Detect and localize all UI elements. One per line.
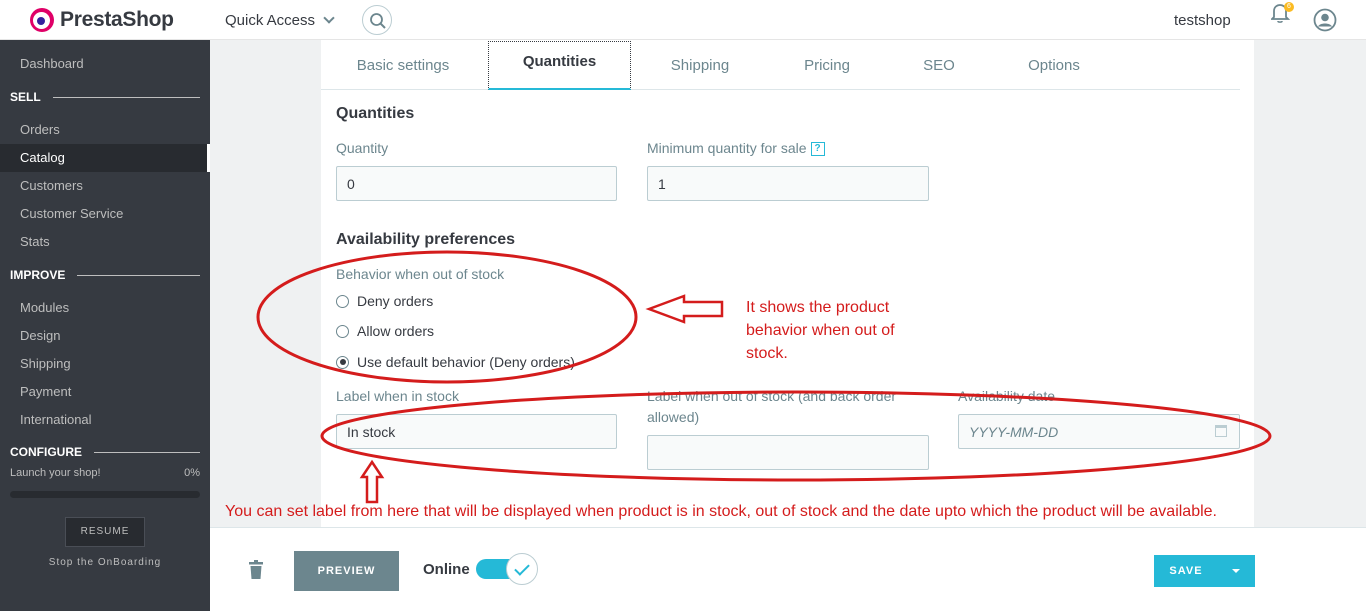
tab-shipping[interactable]: Shipping bbox=[641, 40, 759, 90]
prestashop-logo[interactable]: PrestaShop bbox=[30, 8, 174, 32]
annotation-behavior-note: It shows the product behavior when out o… bbox=[746, 299, 895, 362]
product-form-panel: Basic settings Quantities Shipping Prici… bbox=[321, 40, 1254, 530]
date-placeholder: YYYY-MM-DD bbox=[969, 424, 1059, 440]
min-qty-label-row: Minimum quantity for sale? bbox=[647, 138, 825, 159]
tab-basic-settings[interactable]: Basic settings bbox=[321, 40, 485, 90]
help-icon[interactable]: ? bbox=[810, 142, 825, 157]
prestashop-logo-icon bbox=[30, 8, 54, 32]
quantities-heading: Quantities bbox=[336, 105, 415, 122]
section-title: CONFIGURE bbox=[10, 445, 82, 459]
product-footer-toolbar: PREVIEW Online SAVE bbox=[210, 527, 1366, 611]
launch-percent: 0% bbox=[184, 467, 200, 479]
shop-name-link[interactable]: testshop bbox=[1174, 12, 1231, 29]
in-stock-input[interactable]: In stock bbox=[336, 414, 617, 449]
top-header: PrestaShop Quick Access testshop 6 bbox=[0, 0, 1366, 40]
preview-button[interactable]: PREVIEW bbox=[294, 551, 399, 591]
section-divider bbox=[94, 451, 200, 453]
section-divider bbox=[77, 274, 200, 276]
chevron-down-icon bbox=[323, 12, 335, 24]
section-divider bbox=[52, 96, 200, 98]
section-title: IMPROVE bbox=[10, 268, 66, 282]
radio-allow-orders[interactable]: Allow orders bbox=[336, 323, 434, 339]
check-icon bbox=[506, 553, 538, 585]
sidebar-item-catalog[interactable]: Catalog bbox=[0, 144, 210, 172]
online-toggle[interactable] bbox=[475, 552, 539, 586]
product-tabs: Basic settings Quantities Shipping Prici… bbox=[321, 40, 1240, 90]
quantity-input[interactable]: 0 bbox=[336, 166, 617, 201]
account-button[interactable] bbox=[1313, 8, 1337, 32]
annotation-label-note: You can set label from here that will be… bbox=[225, 503, 1217, 520]
availability-date-input[interactable]: YYYY-MM-DD bbox=[958, 414, 1240, 449]
save-label: SAVE bbox=[1169, 565, 1203, 577]
sidebar-item-stats[interactable]: Stats bbox=[0, 228, 210, 256]
tab-pricing[interactable]: Pricing bbox=[769, 40, 885, 90]
stop-onboarding-link[interactable]: Stop the OnBoarding bbox=[0, 557, 210, 568]
tab-quantities[interactable]: Quantities bbox=[488, 41, 631, 90]
sidebar-section-improve: IMPROVE bbox=[10, 265, 200, 285]
delete-button[interactable] bbox=[248, 560, 264, 580]
calendar-icon[interactable] bbox=[1215, 425, 1227, 437]
save-button[interactable]: SAVE bbox=[1154, 555, 1255, 587]
availability-date-label: Availability date bbox=[958, 388, 1056, 404]
behavior-label: Behavior when out of stock bbox=[336, 266, 505, 282]
resume-button[interactable]: RESUME bbox=[65, 517, 145, 547]
sidebar-item-orders[interactable]: Orders bbox=[0, 116, 210, 144]
radio-button-checked[interactable] bbox=[336, 355, 349, 369]
logo-text: PrestaShop bbox=[60, 8, 174, 31]
sidebar-section-configure: CONFIGURE bbox=[10, 443, 200, 461]
radio-label: Allow orders bbox=[357, 323, 435, 339]
radio-default-behavior[interactable]: Use default behavior (Deny orders) bbox=[336, 354, 575, 370]
sidebar-section-sell: SELL bbox=[10, 87, 200, 107]
radio-button[interactable] bbox=[336, 294, 349, 308]
onboarding-progress-bar bbox=[10, 491, 200, 498]
online-label: Online bbox=[423, 561, 470, 578]
quick-access-label: Quick Access bbox=[225, 12, 316, 29]
sidebar-item-shipping[interactable]: Shipping bbox=[0, 350, 210, 378]
min-qty-label: Minimum quantity for sale bbox=[647, 140, 807, 156]
tab-options[interactable]: Options bbox=[993, 40, 1115, 90]
notifications-button[interactable]: 6 bbox=[1269, 2, 1294, 24]
out-of-stock-input[interactable] bbox=[647, 435, 929, 470]
quick-access-dropdown[interactable]: Quick Access bbox=[225, 12, 335, 29]
section-title: SELL bbox=[10, 90, 41, 104]
search-button[interactable] bbox=[362, 5, 392, 35]
availability-heading: Availability preferences bbox=[336, 231, 516, 248]
onboarding-launch: Launch your shop! 0% bbox=[10, 467, 200, 479]
sidebar-item-design[interactable]: Design bbox=[0, 322, 210, 350]
sidebar-item-payment[interactable]: Payment bbox=[0, 378, 210, 406]
radio-deny-orders[interactable]: Deny orders bbox=[336, 293, 433, 309]
quantity-label: Quantity bbox=[336, 140, 389, 156]
radio-label: Deny orders bbox=[357, 293, 434, 309]
notification-badge: 6 bbox=[1284, 2, 1294, 12]
user-circle-icon bbox=[1313, 8, 1337, 32]
min-qty-input[interactable]: 1 bbox=[647, 166, 929, 201]
search-icon bbox=[370, 13, 386, 29]
sidebar-item-dashboard[interactable]: Dashboard bbox=[0, 50, 210, 78]
sidebar-item-modules[interactable]: Modules bbox=[0, 294, 210, 322]
sidebar: Dashboard SELL Orders Catalog Customers … bbox=[0, 40, 210, 611]
in-stock-label: Label when in stock bbox=[336, 388, 459, 404]
radio-label: Use default behavior (Deny orders) bbox=[357, 354, 575, 370]
sidebar-item-customers[interactable]: Customers bbox=[0, 172, 210, 200]
trash-icon bbox=[249, 560, 263, 579]
caret-down-icon[interactable] bbox=[1232, 569, 1240, 573]
radio-button[interactable] bbox=[336, 324, 349, 338]
sidebar-item-international[interactable]: International bbox=[0, 406, 210, 434]
launch-label: Launch your shop! bbox=[10, 467, 101, 479]
sidebar-item-customer-service[interactable]: Customer Service bbox=[0, 200, 210, 228]
tab-seo[interactable]: SEO bbox=[895, 40, 983, 90]
out-of-stock-label: Label when out of stock (and back order … bbox=[647, 388, 897, 425]
